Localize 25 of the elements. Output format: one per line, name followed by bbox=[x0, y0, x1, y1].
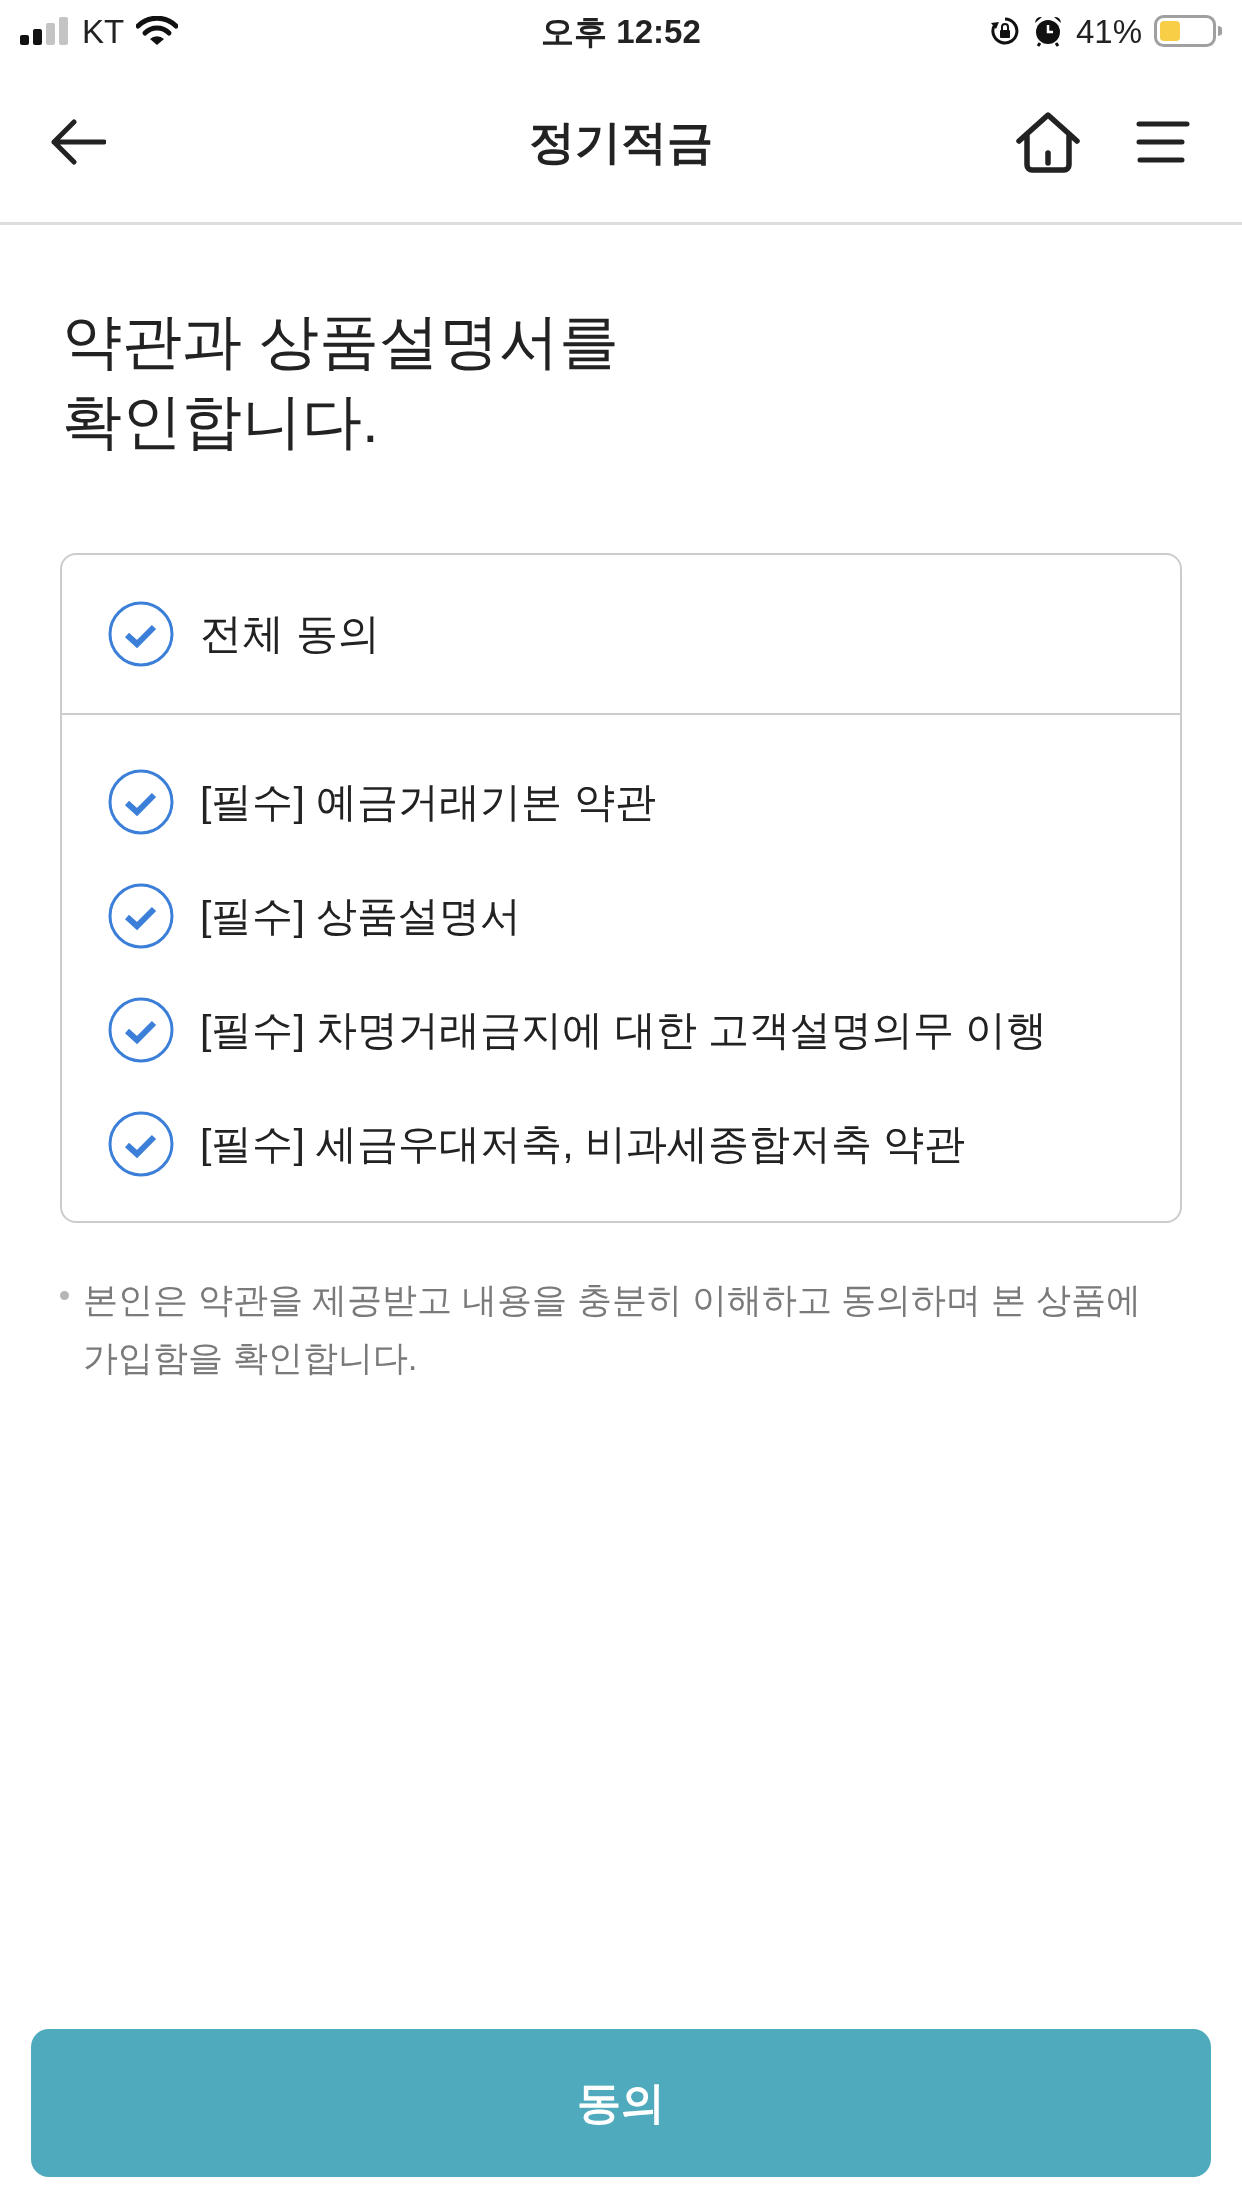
agreement-label: [필수] 상품설명서 bbox=[200, 895, 522, 937]
agreement-label: 전체 동의 bbox=[200, 613, 380, 655]
back-arrow-icon[interactable] bbox=[50, 119, 106, 165]
agreement-label: [필수] 차명거래금지에 대한 고객설명의무 이행 bbox=[200, 1009, 1048, 1051]
page-title: 정기적금 bbox=[529, 119, 713, 165]
checkbox[interactable] bbox=[108, 997, 174, 1063]
status-time: 오후 12:52 bbox=[541, 14, 701, 48]
checkbox[interactable] bbox=[108, 1111, 174, 1177]
checkbox[interactable] bbox=[108, 883, 174, 949]
wifi-icon bbox=[136, 16, 179, 46]
battery-percent: 41% bbox=[1075, 14, 1142, 48]
checkbox[interactable] bbox=[108, 769, 174, 835]
signal-icon bbox=[20, 17, 70, 45]
battery-icon bbox=[1154, 15, 1222, 47]
consent-note: 본인은 약관을 제공받고 내용을 충분히 이해하고 동의하며 본 상품에 가입함을 확인합니다. bbox=[83, 1279, 1142, 1379]
agreement-label: [필수] 예금거래기본 약관 bbox=[200, 781, 656, 823]
agree-button[interactable]: 동의 bbox=[31, 2029, 1211, 2177]
orientation-lock-icon bbox=[989, 16, 1020, 46]
agreement-label: [필수] 세금우대저축, 비과세종합저축 약관 bbox=[200, 1123, 966, 1165]
carrier-name: KT bbox=[82, 14, 125, 48]
checkbox[interactable] bbox=[108, 601, 174, 667]
home-icon[interactable] bbox=[1016, 111, 1080, 173]
page-heading: 약관과 상품설명서를 확인합니다. bbox=[62, 307, 619, 457]
menu-icon[interactable] bbox=[1136, 120, 1190, 164]
bullet-icon bbox=[60, 1291, 69, 1300]
